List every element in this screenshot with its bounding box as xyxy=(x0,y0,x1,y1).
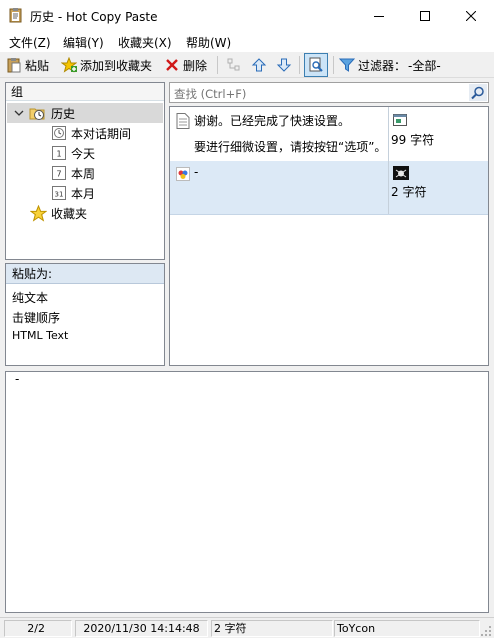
add-favorite-icon xyxy=(61,57,77,73)
arrow-up-icon xyxy=(251,58,267,72)
tree-item-favorites-label: 收藏夹 xyxy=(51,206,88,221)
tree-item-week[interactable]: 7 本周 xyxy=(51,163,95,183)
search-button[interactable] xyxy=(469,84,487,101)
menu-favorites[interactable]: 收藏夹(X) xyxy=(118,34,172,51)
star-icon xyxy=(30,204,47,222)
add-favorite-button[interactable]: 添加到收藏夹 xyxy=(61,55,152,75)
group-header: 组 xyxy=(6,83,164,101)
status-app: ToYcon xyxy=(334,620,480,637)
menu-edit[interactable]: 编辑(Y) xyxy=(63,34,104,51)
clip-size: 99 字符 xyxy=(391,133,435,147)
resize-grip-icon[interactable] xyxy=(481,626,492,637)
filter-button[interactable]: 过滤器： -全部- xyxy=(339,55,441,75)
column-divider xyxy=(388,107,389,161)
paste-as-keystrokes[interactable]: 击键顺序 xyxy=(12,309,60,326)
toolbar-separator xyxy=(333,56,334,74)
tree-item-month[interactable]: 31 本月 xyxy=(51,183,95,203)
clip-size: 2 字符 xyxy=(391,185,427,199)
paste-as-plain-text[interactable]: 纯文本 xyxy=(12,289,48,306)
delete-x-icon xyxy=(166,59,178,71)
tree-item-history-label: 历史 xyxy=(51,106,76,121)
paste-as-panel: 粘贴为: 纯文本 击键顺序 HTML Text xyxy=(5,263,165,366)
status-chars: 2 字符 xyxy=(211,620,333,637)
tree-item-week-label: 本周 xyxy=(71,166,96,181)
tree-structure-icon xyxy=(227,58,240,71)
bug-icon xyxy=(393,166,409,180)
calendar-month-badge: 31 xyxy=(55,191,64,199)
search-input[interactable] xyxy=(172,84,466,103)
calendar-day-icon: 1 xyxy=(52,146,66,160)
clip-row-selected[interactable]: - 2 字符 xyxy=(170,161,488,215)
history-folder-clock-icon xyxy=(29,108,45,120)
clip-text-line1: 谢谢。已经完成了快速设置。 xyxy=(194,114,351,128)
move-up-button[interactable] xyxy=(251,55,270,75)
toolbar: 粘贴 添加到收藏夹 删除 过滤器： -全部- xyxy=(0,52,494,78)
search-icon xyxy=(471,86,484,99)
clip-row[interactable]: 谢谢。已经完成了快速设置。 要进行细微设置，请按按钮“选项”。 99 字符 xyxy=(170,107,488,162)
calendar-week-icon: 7 xyxy=(52,166,66,180)
status-count: 2/2 xyxy=(4,620,72,637)
arrow-down-icon xyxy=(276,58,292,72)
status-bar: 2/2 2020/11/30 14:14:48 2 字符 ToYcon xyxy=(0,617,494,638)
preview-toggle-button[interactable] xyxy=(304,53,328,77)
toolbar-separator xyxy=(217,56,218,74)
paste-button[interactable]: 粘贴 xyxy=(6,55,49,75)
search-box xyxy=(169,82,489,103)
menu-bar: 文件(Z) 编辑(Y) 收藏夹(X) 帮助(W) xyxy=(0,31,494,52)
move-down-button[interactable] xyxy=(276,55,295,75)
clip-list: 谢谢。已经完成了快速设置。 要进行细微设置，请按按钮“选项”。 99 字符 - … xyxy=(169,106,489,366)
filter-value: -全部- xyxy=(408,58,441,73)
delete-label: 删除 xyxy=(183,58,208,73)
calendar-week-badge: 7 xyxy=(56,170,61,179)
color-picker-icon xyxy=(176,167,190,181)
tree-move-button[interactable] xyxy=(226,55,245,75)
paste-label: 粘贴 xyxy=(25,58,50,73)
clip-text-line1: - xyxy=(194,165,199,179)
chevron-down-icon xyxy=(14,110,24,116)
menu-file[interactable]: 文件(Z) xyxy=(9,34,51,51)
clip-text-line2: 要进行细微设置，请按按钮“选项”。 xyxy=(194,140,387,154)
tree-item-month-label: 本月 xyxy=(71,186,96,201)
calendar-month-icon: 31 xyxy=(52,186,66,200)
tree-item-session-label: 本对话期间 xyxy=(71,126,132,141)
minimize-button[interactable] xyxy=(356,0,402,31)
menu-help[interactable]: 帮助(W) xyxy=(186,34,231,51)
paste-icon xyxy=(7,58,21,73)
app-window-icon xyxy=(393,114,407,126)
close-button[interactable] xyxy=(448,0,494,31)
session-clock-icon xyxy=(52,126,66,140)
window-title: 历史 - Hot Copy Paste xyxy=(30,10,158,24)
delete-button[interactable]: 删除 xyxy=(164,55,207,75)
filter-funnel-icon xyxy=(339,58,355,72)
column-divider xyxy=(388,161,389,214)
group-panel: 组 历史 本对话期间 1 今天 7 本周 31 本月 收藏夹 xyxy=(5,82,165,260)
tree-item-today[interactable]: 1 今天 xyxy=(51,143,95,163)
title-bar: 历史 - Hot Copy Paste xyxy=(0,0,494,31)
paste-as-header: 粘贴为: xyxy=(6,264,164,284)
tree-item-favorites[interactable]: 收藏夹 xyxy=(30,203,87,223)
toolbar-separator xyxy=(299,56,300,74)
preview-text: - xyxy=(15,372,20,386)
clipboard-app-icon xyxy=(8,7,24,23)
tree-item-session[interactable]: 本对话期间 xyxy=(51,123,131,143)
filter-label: 过滤器： xyxy=(358,58,407,73)
tree-item-history[interactable]: 历史 xyxy=(14,103,75,123)
preview-pane[interactable]: - xyxy=(5,371,489,613)
maximize-button[interactable] xyxy=(402,0,448,31)
status-datetime: 2020/11/30 14:14:48 xyxy=(75,620,208,637)
paste-as-html[interactable]: HTML Text xyxy=(12,329,68,342)
add-favorite-label: 添加到收藏夹 xyxy=(80,58,153,73)
magnifier-page-icon xyxy=(309,57,323,72)
calendar-day-badge: 1 xyxy=(56,150,61,159)
text-document-icon xyxy=(176,113,190,129)
tree-item-today-label: 今天 xyxy=(71,146,96,161)
